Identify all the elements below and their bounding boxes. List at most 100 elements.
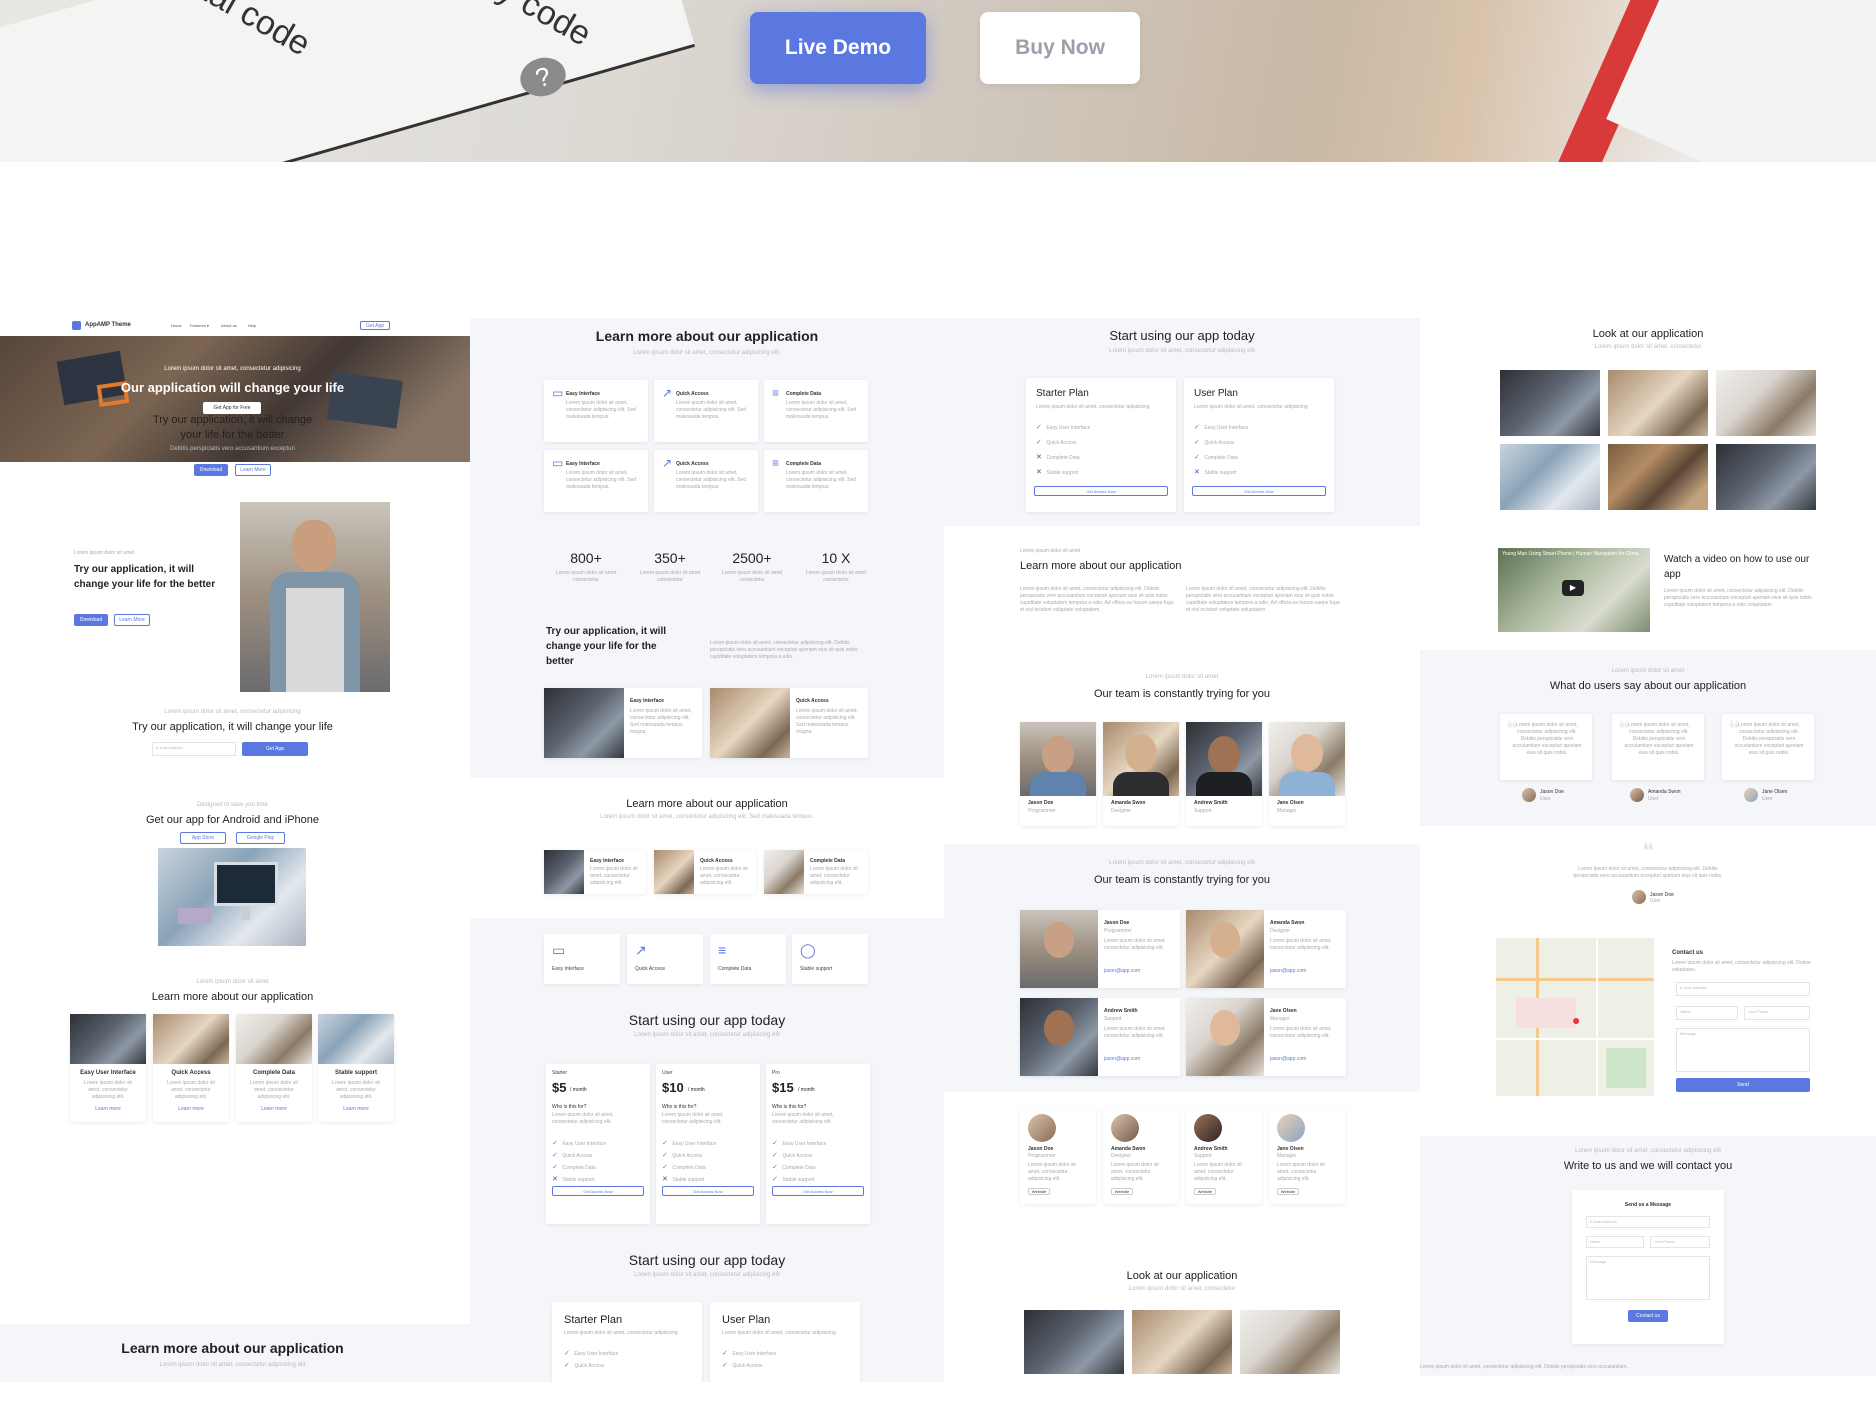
s5-card-2[interactable]: Quick Access Lorem ipsum dolor sit amet,…	[153, 1014, 229, 1122]
database-icon: ≡	[772, 386, 780, 400]
c4-gallery-1[interactable]	[1500, 370, 1600, 436]
nav-about[interactable]: About us	[221, 323, 237, 328]
c4-t2-title: What do users say about our application	[1549, 680, 1747, 692]
c2-feature-card-6[interactable]: ≡ Complete Data Lorem ipsum dolor sit am…	[764, 450, 868, 512]
c4-t1-title: Look at our application	[1592, 328, 1704, 340]
c3-t1-sub: Lorem ipsum dolor sit amet, consectetur …	[1109, 348, 1255, 354]
c2-feature-card-1[interactable]: ▭ Easy Interface Lorem ipsum dolor sit a…	[544, 380, 648, 442]
check-icon: ✓	[1036, 439, 1042, 446]
c3-plan-user: User Plan Lorem ipsum dolor sit amet, co…	[1184, 378, 1334, 512]
website-button[interactable]: Website	[1111, 1188, 1133, 1195]
preview-column-4: Look at our application Lorem ipsum dolo…	[1420, 318, 1876, 1382]
map-widget[interactable]: ●	[1496, 938, 1654, 1096]
c4-gallery-3[interactable]	[1716, 370, 1816, 436]
contact-send-button[interactable]: Send	[1676, 1078, 1810, 1092]
website-button[interactable]: Website	[1028, 1188, 1050, 1195]
page: ctal code rity code ? Live Demo Buy Now …	[0, 0, 1876, 1412]
c3-plan-starter-button[interactable]: Get Access Now	[1034, 486, 1168, 496]
app-store-button[interactable]: App Store	[180, 832, 226, 844]
c2-row-card-2[interactable]: Quick Access Lorem ipsum dolor sit amet,…	[654, 850, 756, 894]
form-name-input[interactable]: Name	[1586, 1236, 1644, 1248]
c2-icon-card-4[interactable]: ◯ Stable support	[792, 934, 868, 984]
c3-team3-card-1: Jason Doe Programmer Lorem ipsum dolor s…	[1020, 1108, 1096, 1204]
c2-icon-card-3[interactable]: ≡ Complete Data	[710, 934, 786, 984]
database-icon: ≡	[718, 942, 727, 958]
nav-home[interactable]: Home	[171, 323, 182, 328]
s2-download-button[interactable]: Download	[74, 614, 108, 626]
nav-help[interactable]: Help	[248, 323, 256, 328]
c4-gallery-6[interactable]	[1716, 444, 1816, 510]
footer-text: Lorem ipsum dolor sit amet, consectetur …	[1420, 1364, 1628, 1370]
video-player[interactable]: Young Man Using Smart Phone | Human Navi…	[1498, 548, 1650, 632]
check-icon: ✓	[564, 1362, 570, 1369]
stat-2-value: 350+	[654, 550, 686, 566]
c4-gallery-4[interactable]	[1500, 444, 1600, 510]
s3-title: Try our application, it will change your…	[132, 721, 333, 733]
website-button[interactable]: Website	[1194, 1188, 1216, 1195]
c2-row-card-3[interactable]: Complete Data Lorem ipsum dolor sit amet…	[764, 850, 868, 894]
contact-email-input[interactable]: E-mail address	[1676, 982, 1810, 996]
c2-plan-user-button[interactable]: Get Access Now	[662, 1186, 754, 1196]
c4-gallery-5[interactable]	[1608, 444, 1708, 510]
c3-team3-card-2: Amanda Swon Designer Lorem ipsum dolor s…	[1103, 1108, 1179, 1204]
c2-img-card-2[interactable]: Quick Access Lorem ipsum dolor sit amet,…	[710, 688, 868, 758]
s1-learn-more-button[interactable]: Learn More	[235, 464, 271, 476]
s1-title-line2: your life for the better	[180, 429, 285, 441]
avatar	[1744, 788, 1758, 802]
s5-title: Learn more about our application	[151, 991, 314, 1003]
form-phone-input[interactable]: Your Phone	[1650, 1236, 1710, 1248]
team2-photo-jason	[1020, 910, 1098, 988]
team-photo-jason	[1020, 722, 1096, 796]
nav-features[interactable]: Features ▾	[190, 323, 209, 328]
form-email-input[interactable]: E-mail Address	[1586, 1216, 1710, 1228]
c2-feature-card-5[interactable]: ↗ Quick Access Lorem ipsum dolor sit ame…	[654, 450, 758, 512]
c2-icon-card-2[interactable]: ↗ Quick Access	[627, 934, 703, 984]
s5-card-4[interactable]: Stable support Lorem ipsum dolor sit ame…	[318, 1014, 394, 1122]
c3-plan-user-button[interactable]: Get Access Now	[1192, 486, 1326, 496]
c2-feature-card-2[interactable]: ↗ Quick Access Lorem ipsum dolor sit ame…	[654, 380, 758, 442]
c2-row-card-1[interactable]: Easy Interface Lorem ipsum dolor sit ame…	[544, 850, 646, 894]
s3-get-app-button[interactable]: Get App	[242, 742, 308, 756]
check-icon: ✓	[1194, 454, 1200, 461]
play-icon[interactable]: ▶	[1562, 580, 1584, 596]
c2-plan-starter-button[interactable]: Get Access Now	[552, 1186, 644, 1196]
form-contact-button[interactable]: Contact us	[1628, 1310, 1668, 1322]
c2-img-card-1[interactable]: Easy Interface Lorem ipsum dolor sit ame…	[544, 688, 702, 758]
c3-team2-card-1: Jason Doe Programmer Lorem ipsum dolor s…	[1020, 910, 1180, 988]
c2-feature-card-3[interactable]: ≡ Complete Data Lorem ipsum dolor sit am…	[764, 380, 868, 442]
avatar	[1630, 788, 1644, 802]
c2-icon-card-1[interactable]: ▭ Easy Interface	[544, 934, 620, 984]
c3-team2-card-4: Jane Olsen Manager Lorem ipsum dolor sit…	[1186, 998, 1346, 1076]
avatar	[1277, 1114, 1305, 1142]
buy-now-button[interactable]: Buy Now	[980, 12, 1140, 84]
c2-plan-pro-button[interactable]: Get Access Now	[772, 1186, 864, 1196]
hero-banner: ctal code rity code ? Live Demo Buy Now	[0, 0, 1876, 162]
message-form-card: Send us a Message E-mail Address Name Yo…	[1572, 1190, 1724, 1344]
s2-learn-more-button[interactable]: Learn More	[114, 614, 150, 626]
s1-download-button[interactable]: Download	[194, 464, 228, 476]
contact-name-input[interactable]: Name	[1676, 1006, 1738, 1020]
gallery-image-3[interactable]	[1240, 1310, 1340, 1374]
hero-kicker: Lorem ipsum dolor sit amet, consectetur …	[164, 366, 301, 372]
c2-feature-card-4[interactable]: ▭ Easy Interface Lorem ipsum dolor sit a…	[544, 450, 648, 512]
website-button[interactable]: Website	[1277, 1188, 1299, 1195]
s3-email-input[interactable]: E-mail Address	[152, 742, 236, 756]
video-title: Watch a video on how to use our app	[1664, 554, 1810, 580]
s5-card-3[interactable]: Complete Data Lorem ipsum dolor sit amet…	[236, 1014, 312, 1122]
contact-message-input[interactable]: Message	[1676, 1028, 1810, 1072]
contact-phone-input[interactable]: Your Phone	[1744, 1006, 1810, 1020]
logo-icon	[72, 321, 81, 330]
form-message-input[interactable]: Message	[1586, 1256, 1710, 1300]
nav-get-app-button[interactable]: Get App	[360, 321, 390, 330]
c4-gallery-2[interactable]	[1608, 370, 1708, 436]
stat-4-value: 10 X	[821, 550, 851, 566]
team2-photo-andrew	[1020, 998, 1098, 1076]
video-text: Lorem ipsum dolor sit amet, consectetur …	[1664, 588, 1812, 608]
gallery-image-2[interactable]	[1132, 1310, 1232, 1374]
s5-card-1[interactable]: Easy User Interface Lorem ipsum dolor si…	[70, 1014, 146, 1122]
gallery-image-1[interactable]	[1024, 1310, 1124, 1374]
live-demo-button[interactable]: Live Demo	[750, 12, 926, 84]
c3-team-card-4: Jane Olsen Manager	[1269, 722, 1345, 826]
google-play-button[interactable]: Google Play	[236, 832, 285, 844]
contact-title: Contact us	[1672, 950, 1704, 956]
